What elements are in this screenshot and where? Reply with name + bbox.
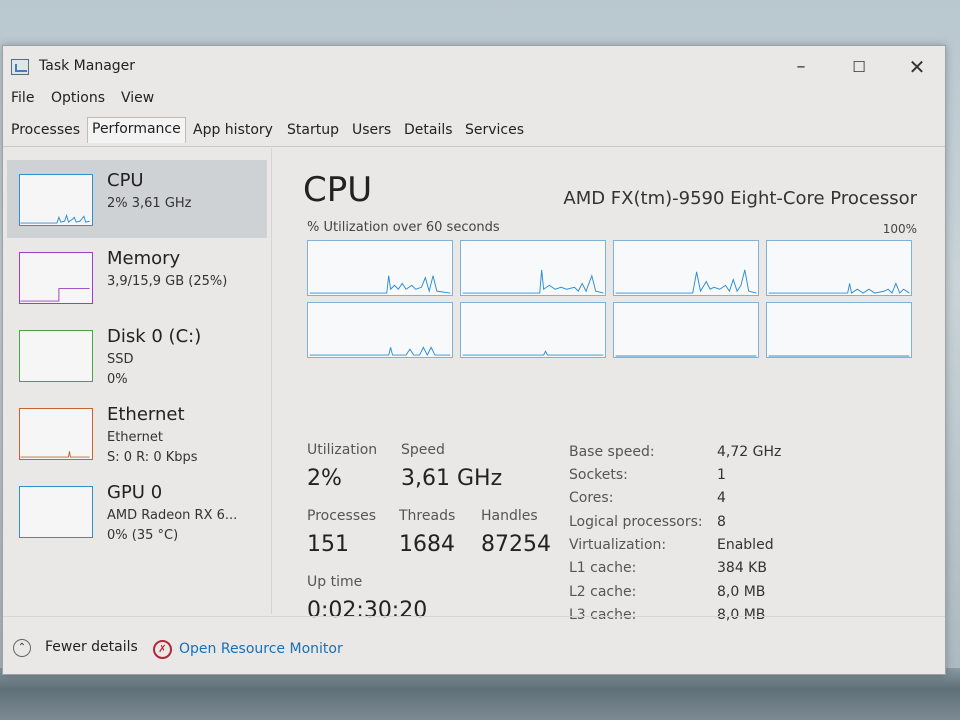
menu-bar: File Options View bbox=[3, 86, 945, 110]
sidebar-subtitle: 3,9/15,9 GB (25%) bbox=[107, 274, 228, 289]
sidebar-detail: 0% bbox=[107, 372, 128, 387]
sidebar-title: GPU 0 bbox=[107, 482, 163, 503]
sidebar-subtitle: Ethernet bbox=[107, 430, 163, 445]
task-manager-window: Task Manager – ☐ ✕ File Options View Pro… bbox=[2, 45, 946, 675]
sidebar-title: Memory bbox=[107, 248, 181, 269]
handles-value: 87254 bbox=[481, 532, 551, 557]
spec-label: Base speed: bbox=[569, 444, 655, 460]
open-resource-monitor-link[interactable]: Open Resource Monitor bbox=[179, 641, 343, 657]
sidebar-detail: S: 0 R: 0 Kbps bbox=[107, 450, 198, 465]
sidebar-title: Ethernet bbox=[107, 404, 185, 425]
sidebar-item-cpu[interactable]: CPU 2% 3,61 GHz bbox=[7, 160, 267, 238]
title-bar[interactable]: Task Manager – ☐ ✕ bbox=[3, 46, 945, 84]
utilization-value: 2% bbox=[307, 466, 342, 491]
spec-value: 8 bbox=[717, 514, 726, 530]
spec-value: 4,72 GHz bbox=[717, 444, 782, 460]
spec-label: L2 cache: bbox=[569, 584, 637, 600]
tab-processes[interactable]: Processes bbox=[11, 122, 80, 138]
minimize-button[interactable]: – bbox=[781, 54, 821, 80]
graph-max-label: 100% bbox=[882, 222, 917, 236]
tab-startup[interactable]: Startup bbox=[287, 122, 339, 138]
core-graph bbox=[766, 240, 912, 296]
disk-mini-graph bbox=[19, 330, 93, 382]
processes-value: 151 bbox=[307, 532, 349, 557]
spec-label: Cores: bbox=[569, 490, 614, 506]
ethernet-mini-graph bbox=[19, 408, 93, 460]
window-title: Task Manager bbox=[39, 58, 136, 74]
spec-label: L1 cache: bbox=[569, 560, 637, 576]
gpu-mini-graph bbox=[19, 486, 93, 538]
sidebar-item-disk[interactable]: Disk 0 (C:) SSD 0% bbox=[7, 316, 267, 394]
spec-value: 8,0 MB bbox=[717, 584, 766, 600]
sidebar-item-gpu[interactable]: GPU 0 AMD Radeon RX 6... 0% (35 °C) bbox=[7, 472, 267, 550]
spec-label: Sockets: bbox=[569, 467, 628, 483]
sidebar-item-ethernet[interactable]: Ethernet Ethernet S: 0 R: 0 Kbps bbox=[7, 394, 267, 472]
tab-performance[interactable]: Performance bbox=[87, 117, 186, 143]
fewer-details-link[interactable]: Fewer details bbox=[45, 639, 138, 655]
menu-view[interactable]: View bbox=[121, 90, 154, 106]
processes-label: Processes bbox=[307, 508, 377, 524]
footer-bar: ⌃ Fewer details ✗ Open Resource Monitor bbox=[3, 616, 945, 667]
cpu-mini-graph bbox=[19, 174, 93, 226]
cpu-detail-panel: CPU AMD FX(tm)-9590 Eight-Core Processor… bbox=[273, 148, 945, 623]
spec-value: 4 bbox=[717, 490, 726, 506]
tab-app-history[interactable]: App history bbox=[193, 122, 273, 138]
threads-value: 1684 bbox=[399, 532, 455, 557]
sidebar-title: Disk 0 (C:) bbox=[107, 326, 202, 347]
spec-value: 384 KB bbox=[717, 560, 767, 576]
performance-sidebar: CPU 2% 3,61 GHz Memory 3,9/15,9 GB (25%)… bbox=[3, 148, 272, 614]
maximize-button[interactable]: ☐ bbox=[839, 54, 879, 80]
tab-services[interactable]: Services bbox=[465, 122, 524, 138]
menu-file[interactable]: File bbox=[11, 90, 34, 106]
speed-label: Speed bbox=[401, 442, 445, 458]
desktop-background bbox=[0, 668, 960, 720]
page-title: CPU bbox=[303, 170, 373, 210]
close-button[interactable]: ✕ bbox=[897, 54, 937, 80]
handles-label: Handles bbox=[481, 508, 538, 524]
spec-label: Logical processors: bbox=[569, 514, 703, 530]
core-graph bbox=[766, 302, 912, 358]
core-graph bbox=[460, 240, 606, 296]
sidebar-subtitle: AMD Radeon RX 6... bbox=[107, 508, 238, 523]
sidebar-subtitle: 2% 3,61 GHz bbox=[107, 196, 192, 211]
core-graph bbox=[307, 302, 453, 358]
memory-mini-graph bbox=[19, 252, 93, 304]
tab-users[interactable]: Users bbox=[352, 122, 391, 138]
spec-value: Enabled bbox=[717, 537, 774, 553]
core-graph bbox=[460, 302, 606, 358]
speed-value: 3,61 GHz bbox=[401, 466, 503, 491]
sidebar-title: CPU bbox=[107, 170, 144, 191]
sidebar-detail: 0% (35 °C) bbox=[107, 528, 179, 543]
tab-bar: Processes Performance App history Startu… bbox=[3, 116, 945, 147]
resource-monitor-icon[interactable]: ✗ bbox=[153, 640, 172, 659]
core-graph bbox=[613, 302, 759, 358]
core-graph bbox=[307, 240, 453, 296]
processor-name: AMD FX(tm)-9590 Eight-Core Processor bbox=[563, 188, 917, 209]
menu-options[interactable]: Options bbox=[51, 90, 105, 106]
graph-caption: % Utilization over 60 seconds bbox=[307, 220, 500, 235]
task-manager-icon bbox=[11, 59, 29, 75]
spec-label: Virtualization: bbox=[569, 537, 667, 553]
chevron-up-icon[interactable]: ⌃ bbox=[13, 639, 31, 657]
sidebar-item-memory[interactable]: Memory 3,9/15,9 GB (25%) bbox=[7, 238, 267, 316]
core-graph bbox=[613, 240, 759, 296]
threads-label: Threads bbox=[399, 508, 456, 524]
sidebar-subtitle: SSD bbox=[107, 352, 134, 367]
tab-details[interactable]: Details bbox=[404, 122, 453, 138]
uptime-label: Up time bbox=[307, 574, 363, 590]
core-graphs bbox=[307, 240, 915, 362]
spec-value: 1 bbox=[717, 467, 726, 483]
utilization-label: Utilization bbox=[307, 442, 378, 458]
